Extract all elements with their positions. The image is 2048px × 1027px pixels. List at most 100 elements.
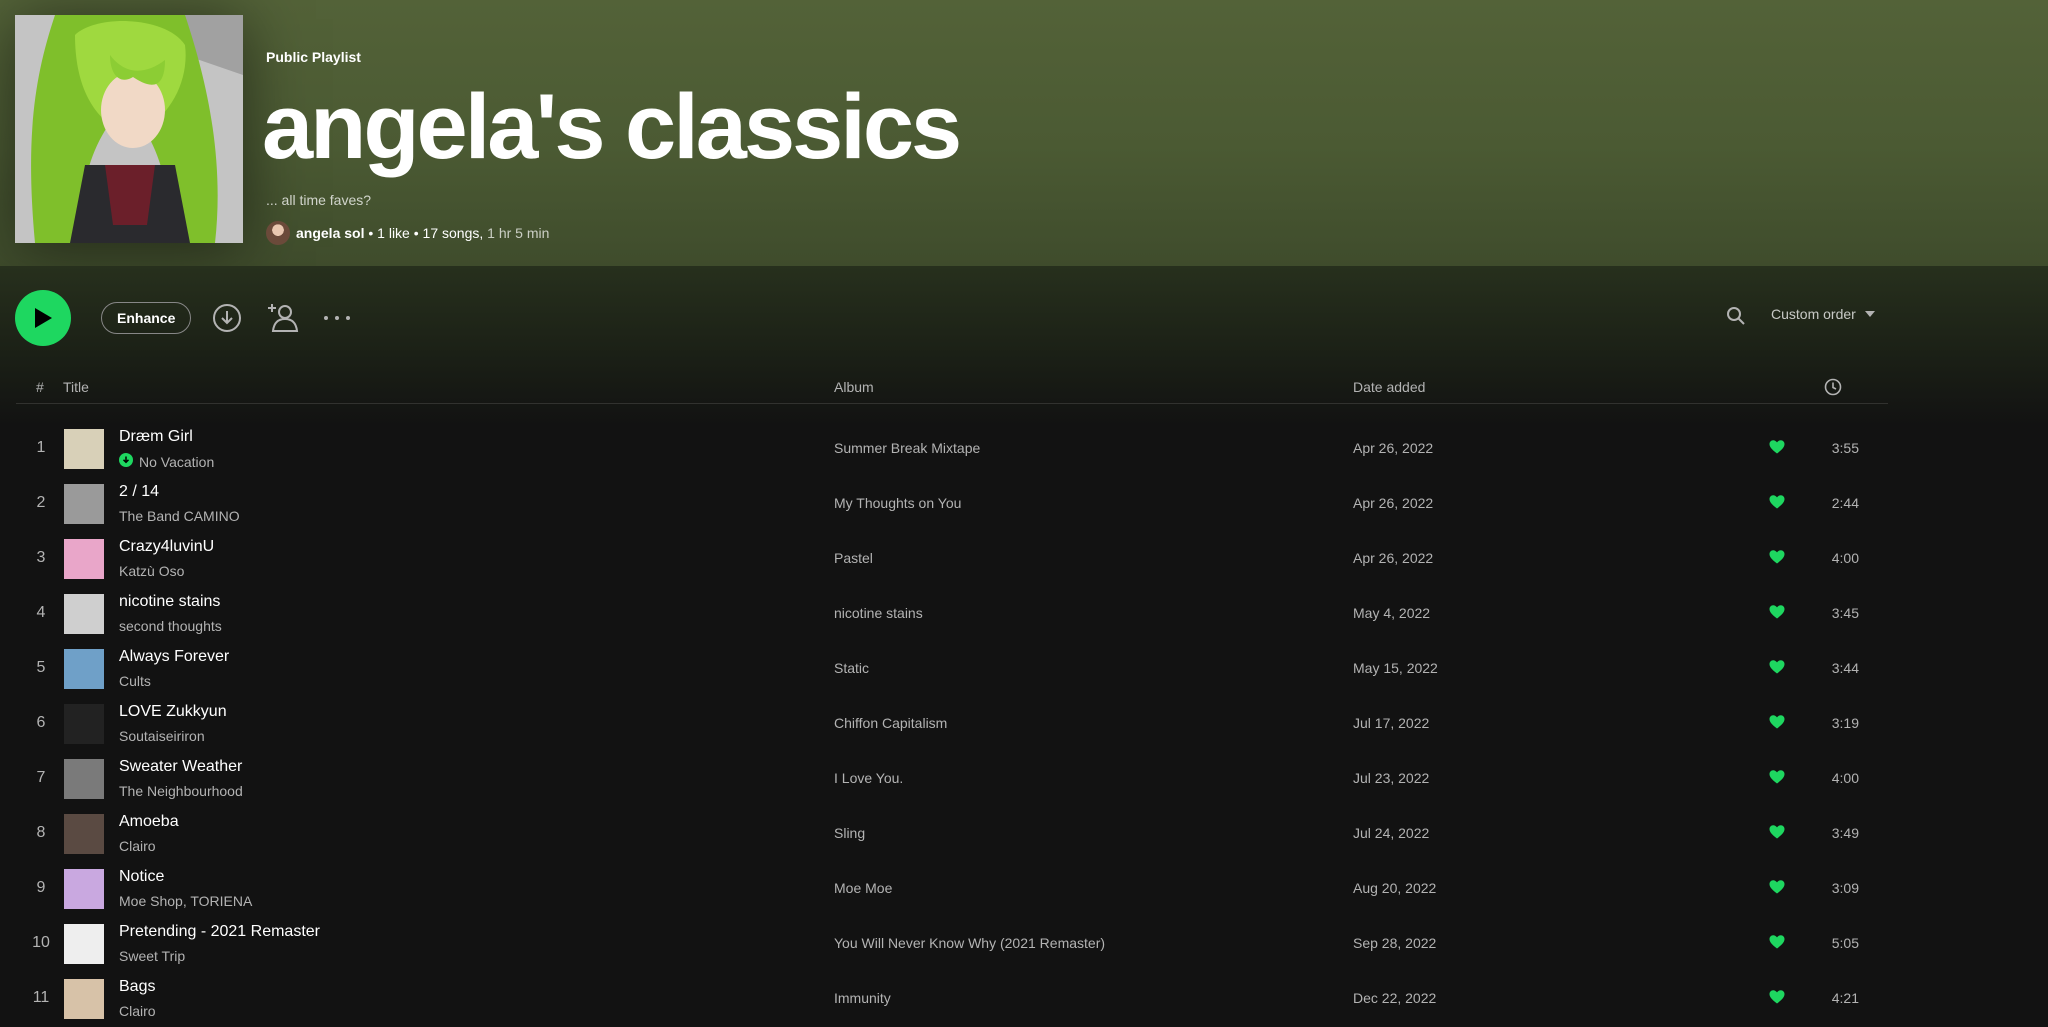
heart-icon (1769, 495, 1785, 509)
track-title[interactable]: LOVE Zukkyun (119, 703, 227, 721)
column-title[interactable]: Title (63, 379, 89, 395)
column-date-added[interactable]: Date added (1353, 379, 1425, 395)
track-row[interactable]: 9 Notice Moe Shop, TORIENA Moe Moe Aug 20, 2… (16, 860, 1888, 915)
track-date-added: Apr 26, 2022 (1353, 440, 1434, 456)
heart-icon (1769, 715, 1785, 729)
track-row[interactable]: 2 2 / 14 The Band CAMINO My Thoughts on You… (16, 475, 1888, 530)
track-album[interactable]: Chiffon Capitalism (834, 715, 947, 731)
column-duration[interactable] (1824, 378, 1842, 399)
more-options-button[interactable] (321, 304, 353, 332)
playlist-title[interactable]: angela's classics (262, 72, 962, 182)
liked-heart-button[interactable] (1769, 879, 1785, 900)
playlist-cover-image[interactable] (15, 15, 243, 243)
artist-name[interactable]: Clairo (119, 1003, 156, 1019)
track-title[interactable]: Notice (119, 868, 164, 886)
track-row[interactable]: 6 LOVE Zukkyun Soutaiseiriron Chiffon Capit… (16, 695, 1888, 750)
track-album[interactable]: My Thoughts on You (834, 495, 961, 511)
track-title[interactable]: 2 / 14 (119, 483, 159, 501)
play-icon (35, 308, 52, 328)
clock-icon (1824, 378, 1842, 396)
liked-heart-button[interactable] (1769, 659, 1785, 680)
track-album[interactable]: You Will Never Know Why (2021 Remaster) (834, 935, 1105, 951)
invite-collaborator-button[interactable] (264, 299, 300, 335)
track-title[interactable]: Sweater Weather (119, 758, 242, 776)
playlist-type-label: Public Playlist (266, 49, 361, 65)
track-title[interactable]: Pretending - 2021 Remaster (119, 923, 320, 941)
track-row[interactable]: 8 Amoeba Clairo Sling Jul 24, 2022 3:49 (16, 805, 1888, 860)
track-duration: 4:21 (1831, 990, 1859, 1006)
track-album[interactable]: Pastel (834, 550, 873, 566)
artist-name[interactable]: The Band CAMINO (119, 508, 240, 524)
liked-heart-button[interactable] (1769, 824, 1785, 845)
track-artist: The Band CAMINO (119, 508, 240, 524)
artist-name[interactable]: Sweet Trip (119, 948, 185, 964)
playlist-description: ... all time faves? (266, 192, 372, 208)
track-title[interactable]: Dræm Girl (119, 428, 193, 446)
track-artist: Cults (119, 673, 151, 689)
liked-heart-button[interactable] (1769, 549, 1785, 570)
track-row[interactable]: 7 Sweater Weather The Neighbourhood I Love … (16, 750, 1888, 805)
album-art-thumbnail (64, 814, 104, 854)
track-row[interactable]: 11 Bags Clairo Immunity Dec 22, 2022 4:21 (16, 970, 1888, 1025)
liked-heart-button[interactable] (1769, 989, 1785, 1010)
owner-avatar[interactable] (266, 221, 290, 245)
album-art-thumbnail (64, 759, 104, 799)
track-date-added: Jul 24, 2022 (1353, 825, 1430, 841)
artist-name[interactable]: No Vacation (139, 454, 214, 470)
track-title[interactable]: Amoeba (119, 813, 179, 831)
owner-name[interactable]: angela sol (296, 225, 364, 241)
track-album[interactable]: Sling (834, 825, 865, 841)
track-date-added: Jul 17, 2022 (1353, 715, 1430, 731)
track-row[interactable]: 4 nicotine stains second thoughts nicotine … (16, 585, 1888, 640)
liked-heart-button[interactable] (1769, 439, 1785, 460)
artist-name[interactable]: Katzù Oso (119, 563, 184, 579)
track-artist: Sweet Trip (119, 948, 185, 964)
play-button[interactable] (15, 290, 71, 346)
track-row[interactable]: 3 Crazy4luvinU Katzù Oso Pastel Apr 26, 2022… (16, 530, 1888, 585)
track-artist: No Vacation (119, 453, 214, 470)
artist-name[interactable]: Clairo (119, 838, 156, 854)
column-album[interactable]: Album (834, 379, 874, 395)
track-duration: 4:00 (1831, 770, 1859, 786)
track-album[interactable]: nicotine stains (834, 605, 923, 621)
search-icon (1727, 307, 1745, 325)
download-button[interactable] (211, 302, 243, 334)
artist-name[interactable]: second thoughts (119, 618, 222, 634)
track-title[interactable]: Always Forever (119, 648, 229, 666)
track-album[interactable]: I Love You. (834, 770, 903, 786)
track-title[interactable]: Crazy4luvinU (119, 538, 214, 556)
enhance-button[interactable]: Enhance (101, 302, 192, 334)
liked-heart-button[interactable] (1769, 769, 1785, 790)
album-art-thumbnail (64, 924, 104, 964)
track-album[interactable]: Summer Break Mixtape (834, 440, 980, 456)
track-date-added: Dec 22, 2022 (1353, 990, 1437, 1006)
track-album[interactable]: Moe Moe (834, 880, 892, 896)
album-art-thumbnail (64, 869, 104, 909)
track-date-added: May 15, 2022 (1353, 660, 1438, 676)
liked-heart-button[interactable] (1769, 604, 1785, 625)
track-row[interactable]: 1 Dræm Girl No Vacation Summer Break Mixtap… (16, 420, 1888, 475)
album-art-thumbnail (64, 594, 104, 634)
caret-down-icon (1864, 311, 1875, 317)
track-album[interactable]: Immunity (834, 990, 891, 1006)
track-number: 8 (36, 824, 46, 841)
artist-name[interactable]: Cults (119, 673, 151, 689)
artist-name[interactable]: Moe Shop, TORIENA (119, 893, 252, 909)
liked-heart-button[interactable] (1769, 714, 1785, 735)
track-row[interactable]: 10 Pretending - 2021 Remaster Sweet Trip Yo… (16, 915, 1888, 970)
track-album[interactable]: Static (834, 660, 869, 676)
liked-heart-button[interactable] (1769, 934, 1785, 955)
track-duration: 3:19 (1831, 715, 1859, 731)
heart-icon (1769, 440, 1785, 454)
column-number: # (36, 379, 44, 395)
track-row[interactable]: 5 Always Forever Cults Static May 15, 2022 3:… (16, 640, 1888, 695)
search-in-playlist-button[interactable] (1726, 306, 1746, 326)
artist-name[interactable]: Soutaiseiriron (119, 728, 205, 744)
liked-heart-button[interactable] (1769, 494, 1785, 515)
track-title[interactable]: Bags (119, 978, 155, 996)
playlist-header: Public Playlist angela's classics ... al… (0, 0, 2048, 266)
meta-separator: • (364, 225, 378, 241)
artist-name[interactable]: The Neighbourhood (119, 783, 243, 799)
track-title[interactable]: nicotine stains (119, 593, 220, 611)
sort-dropdown[interactable]: Custom order (1771, 306, 1876, 322)
